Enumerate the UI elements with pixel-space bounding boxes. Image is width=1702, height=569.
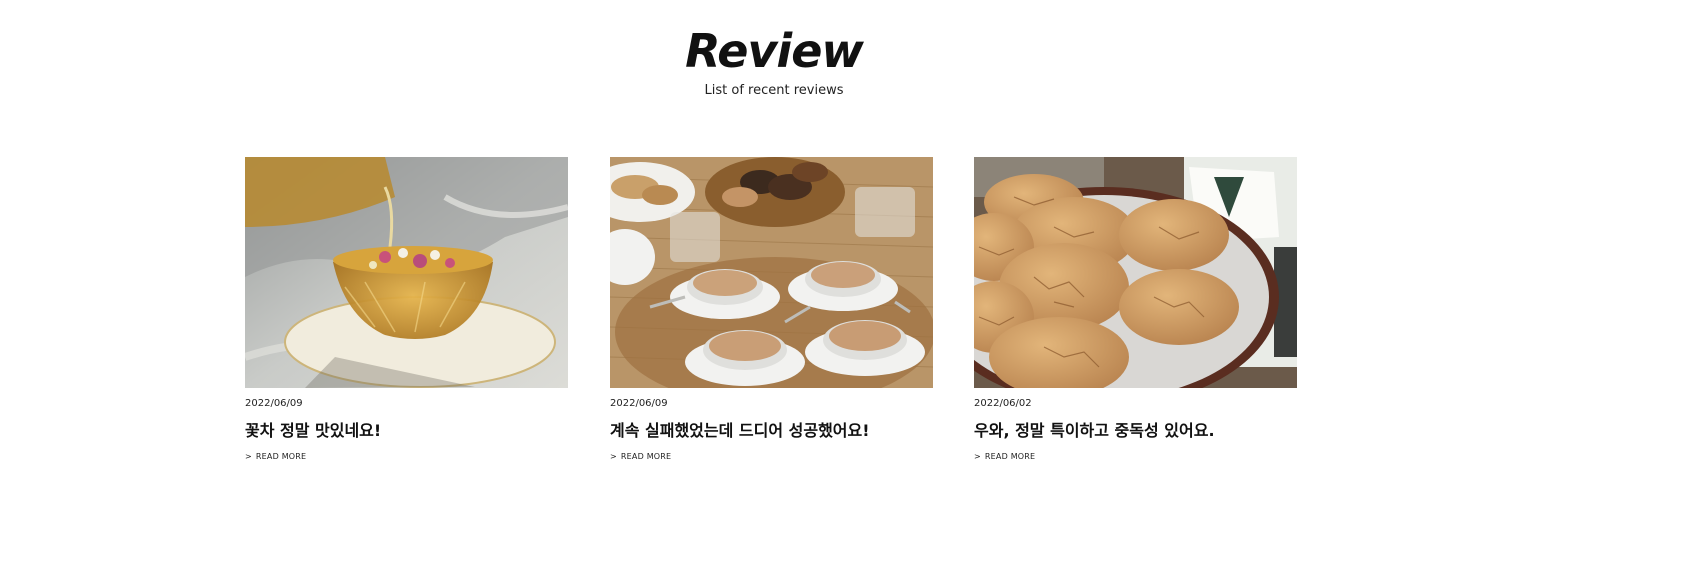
review-title[interactable]: 계속 실패했었는데 드디어 성공했어요!: [610, 420, 933, 442]
read-more-link[interactable]: > READ MORE: [245, 451, 568, 462]
chevron-right-icon: >: [245, 452, 252, 461]
review-date: 2022/06/09: [245, 398, 303, 409]
read-more-label: READ MORE: [620, 452, 672, 461]
flower-tea-photo: [245, 157, 568, 388]
cookies-photo: [974, 157, 1297, 388]
review-title[interactable]: 우와, 정말 특이하고 중독성 있어요.: [974, 420, 1297, 442]
dalgona-coffee-photo: [610, 157, 933, 388]
review-image-flower-tea[interactable]: [245, 157, 568, 388]
read-more-link[interactable]: > READ MORE: [610, 451, 933, 462]
read-more-link[interactable]: > READ MORE: [974, 451, 1297, 462]
section-title: Review: [685, 24, 864, 78]
review-card: 2022/06/09 꽃차 정말 맛있네요! > READ MORE: [245, 157, 568, 462]
review-card: 2022/06/09 계속 실패했었는데 드디어 성공했어요! > READ MO…: [610, 157, 933, 462]
review-image-cookies[interactable]: [974, 157, 1297, 388]
section-header: Review List of recent reviews: [0, 22, 1548, 100]
read-more-label: READ MORE: [255, 452, 307, 461]
chevron-right-icon: >: [974, 452, 981, 461]
review-title[interactable]: 꽃차 정말 맛있네요!: [245, 420, 568, 442]
read-more-label: READ MORE: [984, 452, 1036, 461]
review-date: 2022/06/02: [974, 398, 1032, 409]
section-subtitle: List of recent reviews: [704, 83, 844, 98]
chevron-right-icon: >: [610, 452, 617, 461]
review-card: 2022/06/02 우와, 정말 특이하고 중독성 있어요. > READ MO…: [974, 157, 1297, 462]
review-list: 2022/06/09 꽃차 정말 맛있네요! > READ MORE 2022/…: [245, 157, 1297, 477]
review-image-dalgona-coffee[interactable]: [610, 157, 933, 388]
review-date: 2022/06/09: [610, 398, 668, 409]
